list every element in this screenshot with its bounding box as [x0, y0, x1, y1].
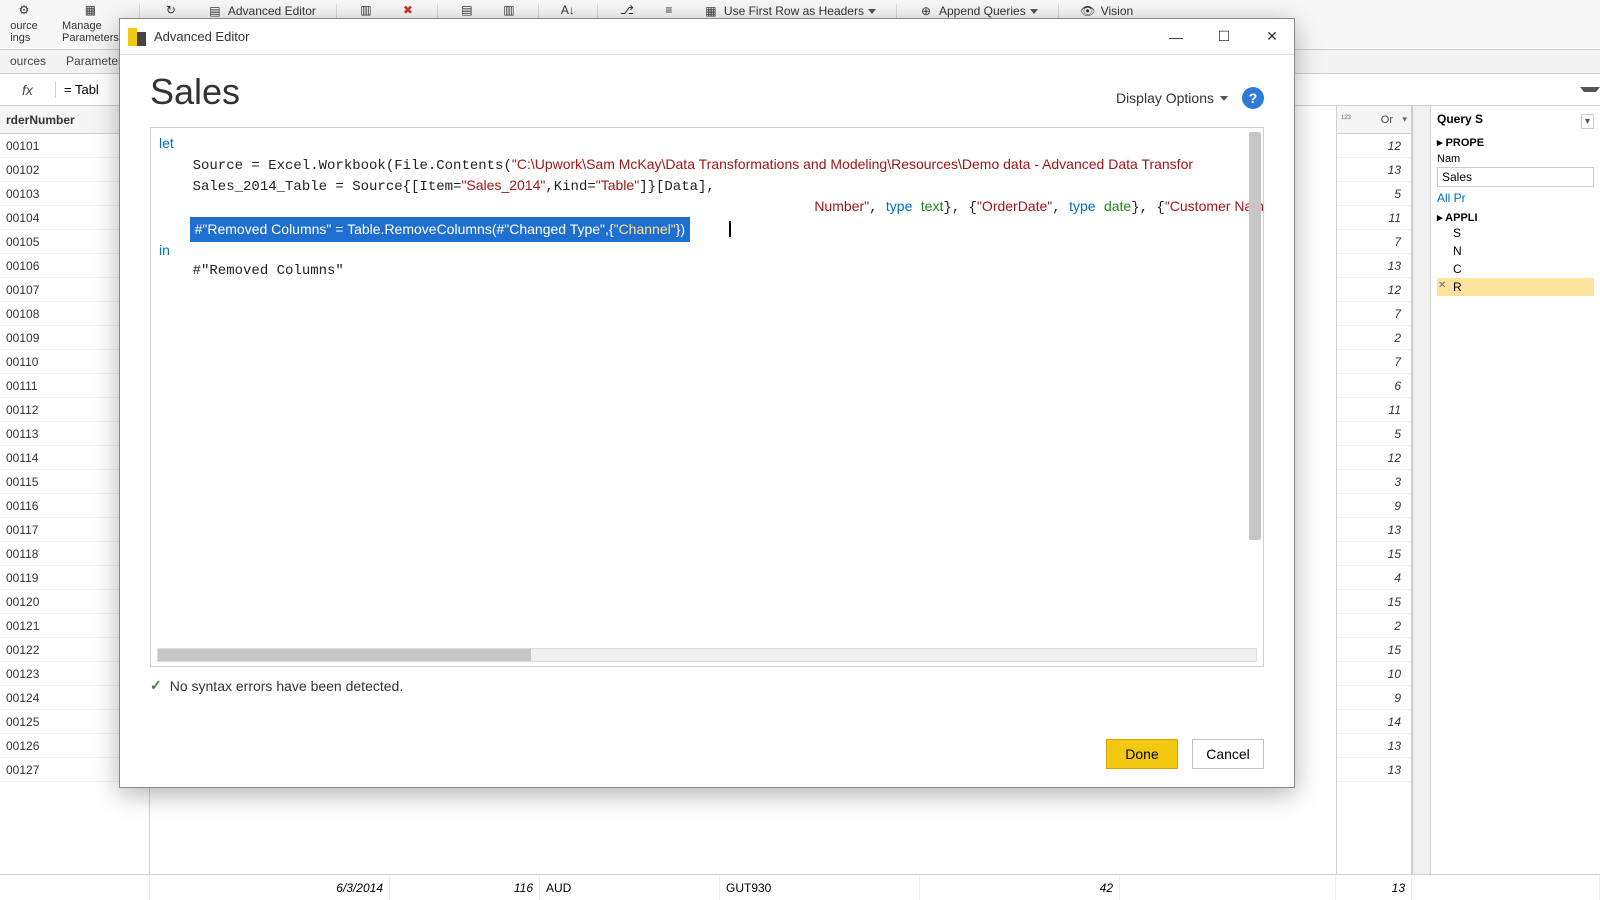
preview-cell: 13 [1336, 875, 1412, 900]
status-preview-row: 6/3/2014 116 AUD GUT930 42 13 [0, 874, 1600, 900]
column-header-numeric[interactable]: Or ▾ [1337, 106, 1411, 134]
properties-header: ▸ PROPE [1437, 136, 1594, 149]
data-grid-numcol: Or ▾ 12135117131272761151239131541521510… [1336, 106, 1412, 874]
advanced-editor-button[interactable]: ▤ Advanced Editor [200, 0, 322, 20]
dialog-title: Advanced Editor [154, 29, 249, 44]
table-cell[interactable]: 12 [1337, 134, 1411, 158]
dialog-titlebar: Advanced Editor — ☐ ✕ [120, 19, 1294, 55]
table-cell[interactable]: 7 [1337, 230, 1411, 254]
table-cell[interactable]: 3 [1337, 470, 1411, 494]
vision-button[interactable]: 👁 Vision [1073, 0, 1139, 20]
sort-button[interactable]: A↓ [553, 0, 583, 20]
syntax-status: ✓ No syntax errors have been detected. [120, 667, 1294, 694]
applied-steps-header: ▸ APPLI [1437, 211, 1594, 224]
column-dropdown-icon[interactable]: ▾ [1402, 114, 1407, 125]
preview-cell: 116 [390, 875, 540, 900]
check-icon: ✓ [150, 677, 162, 694]
sort-icon: A↓ [554, 0, 582, 20]
cancel-button[interactable]: Cancel [1192, 739, 1264, 769]
table-cell[interactable]: 15 [1337, 590, 1411, 614]
applied-step[interactable]: C [1437, 260, 1594, 278]
remove-rows-icon: ▥ [495, 0, 523, 20]
fx-label: fx [0, 82, 56, 98]
table-cell[interactable]: 11 [1337, 206, 1411, 230]
table-cell[interactable]: 5 [1337, 182, 1411, 206]
table-cell[interactable]: 2 [1337, 614, 1411, 638]
group-button[interactable]: ≡ [654, 0, 684, 20]
refresh-button[interactable]: ↻ [154, 0, 188, 20]
remove-icon: ✖ [394, 0, 422, 20]
formula-expand-icon[interactable] [1580, 87, 1600, 92]
chevron-down-icon [1030, 9, 1038, 14]
minimize-button[interactable]: — [1162, 23, 1190, 51]
preview-cell: 6/3/2014 [150, 875, 390, 900]
table-cell[interactable]: 6 [1337, 374, 1411, 398]
display-options-button[interactable]: Display Options [1116, 90, 1228, 106]
advanced-editor-dialog: Advanced Editor — ☐ ✕ Sales Display Opti… [119, 18, 1295, 788]
code-editor[interactable]: let Source = Excel.Workbook(File.Content… [150, 127, 1264, 667]
table-cell[interactable]: 13 [1337, 158, 1411, 182]
table-cell[interactable]: 7 [1337, 350, 1411, 374]
chevron-down-icon [1220, 96, 1228, 101]
refresh-icon: ↻ [157, 0, 185, 20]
table-cell[interactable]: 13 [1337, 734, 1411, 758]
query-name-input[interactable] [1437, 167, 1594, 187]
powerbi-logo-icon [128, 28, 146, 46]
table-cell[interactable]: 12 [1337, 278, 1411, 302]
table-cell[interactable]: 13 [1337, 254, 1411, 278]
editor-hscrollbar[interactable] [157, 648, 1257, 662]
parameters-icon: ▦ [76, 0, 104, 20]
table-cell[interactable]: 15 [1337, 638, 1411, 662]
query-settings-panel: Query S ▾ ▸ PROPE Nam All Pr ▸ APPLI SNC… [1430, 106, 1600, 874]
remove-columns-button[interactable]: ✖ [393, 0, 423, 20]
table-cell[interactable]: 15 [1337, 542, 1411, 566]
split-button[interactable]: ⎇ [612, 0, 642, 20]
table-cell[interactable]: 13 [1337, 518, 1411, 542]
close-button[interactable]: ✕ [1258, 23, 1286, 51]
table-cell[interactable]: 9 [1337, 494, 1411, 518]
table-cell[interactable]: 5 [1337, 422, 1411, 446]
manage-parameters-button[interactable]: ▦ Manage Parameters [56, 0, 125, 44]
done-button[interactable]: Done [1106, 739, 1178, 769]
table-cell[interactable]: 14 [1337, 710, 1411, 734]
applied-step-selected[interactable]: R [1437, 278, 1594, 296]
append-queries-button[interactable]: ⊕ Append Queries [911, 0, 1044, 20]
help-button[interactable]: ? [1242, 87, 1264, 109]
settings-icon: ⚙ [10, 0, 38, 20]
table-cell[interactable]: 10 [1337, 662, 1411, 686]
preview-cell: GUT930 [720, 875, 920, 900]
keep-rows-icon: ▤ [453, 0, 481, 20]
table-cell[interactable]: 7 [1337, 302, 1411, 326]
keep-rows-button[interactable]: ▤ [452, 0, 482, 20]
preview-cell: AUD [540, 875, 720, 900]
query-heading: Sales [150, 71, 240, 113]
editor-vscrollbar[interactable] [1249, 132, 1261, 642]
maximize-button[interactable]: ☐ [1210, 23, 1238, 51]
applied-step[interactable]: S [1437, 224, 1594, 242]
applied-step[interactable]: N [1437, 242, 1594, 260]
vertical-scrollbar[interactable] [1412, 106, 1430, 874]
choose-columns-button[interactable]: ▥ [351, 0, 381, 20]
table-cell[interactable]: 4 [1337, 566, 1411, 590]
use-first-row-button[interactable]: ▦ Use First Row as Headers [696, 0, 882, 20]
split-icon: ⎇ [613, 0, 641, 20]
query-settings-title: Query S [1437, 112, 1483, 126]
remove-rows-button[interactable]: ▥ [494, 0, 524, 20]
table-cell[interactable]: 12 [1337, 446, 1411, 470]
tab-sources[interactable]: ources [0, 50, 56, 73]
name-label: Nam [1437, 153, 1594, 165]
query-settings-dropdown[interactable]: ▾ [1581, 114, 1594, 129]
group-icon: ≡ [655, 0, 683, 20]
columns-icon: ▥ [352, 0, 380, 20]
table-cell[interactable]: 11 [1337, 398, 1411, 422]
source-settings-button[interactable]: ⚙ ource ings [4, 0, 44, 44]
preview-cell: 42 [920, 875, 1120, 900]
all-properties-link[interactable]: All Pr [1437, 191, 1594, 205]
table-cell[interactable]: 9 [1337, 686, 1411, 710]
table-cell[interactable]: 2 [1337, 326, 1411, 350]
chevron-down-icon [868, 9, 876, 14]
table-cell[interactable]: 13 [1337, 758, 1411, 782]
